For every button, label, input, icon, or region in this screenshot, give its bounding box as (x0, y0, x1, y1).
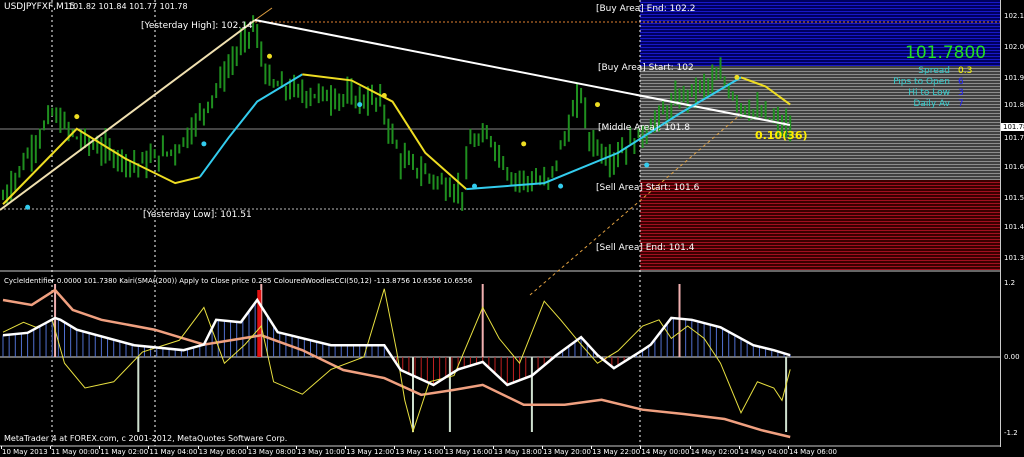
indicator-axis-tick: -1.2 (1004, 429, 1018, 437)
hi-to-low-value: 3 (958, 88, 964, 98)
time-label: 13 May 06:00 (198, 448, 247, 456)
signal-dot-up (357, 102, 363, 108)
hi-to-low-label: Hi to Low (908, 88, 950, 98)
price-tick: 101.65 (1004, 163, 1024, 171)
yesterday-low-label: [Yesterday Low]: 101.51 (143, 210, 252, 220)
signal-dot-up (472, 183, 477, 189)
signal-dot-up (558, 183, 564, 189)
copyright-footer: MetaTrader 4 at FOREX.com, c 2001-2012, … (4, 434, 288, 443)
price-tick: 101.75 (1004, 134, 1024, 142)
time-label: 14 May 02:00 (690, 448, 739, 456)
range-readout: 0.10(36) (755, 129, 808, 142)
metatrader-chart-window: USDJPYFXF,M15 101.82 101.84 101.77 101.7… (0, 0, 1024, 457)
signal-dot-down (74, 114, 80, 120)
buy-area-end-label: [Buy Area] End: 102.2 (596, 4, 696, 14)
time-label: 10 May 2013 (2, 448, 48, 456)
sell-area-start-label: [Sell Area] Start: 101.6 (596, 183, 700, 193)
daily-av-value: 7 (958, 99, 964, 109)
time-label: 13 May 12:00 (346, 448, 395, 456)
time-label: 14 May 04:00 (739, 448, 788, 456)
signal-dot-down (595, 102, 600, 108)
rising-trendline (0, 19, 256, 211)
price-tick: 101.85 (1004, 101, 1024, 109)
time-label: 14 May 00:00 (641, 448, 690, 456)
time-label: 13 May 08:00 (247, 448, 296, 456)
moving-average-up (198, 73, 303, 178)
signal-dot-up (201, 141, 207, 147)
spread-label: Spread (918, 66, 950, 76)
time-label: 11 May 00:00 (51, 448, 100, 456)
current-price-marker: 101.78 (1001, 123, 1024, 131)
indicator-axis-tick: 1.2 (1004, 279, 1016, 287)
sell-area-end-label: [Sell Area] End: 101.4 (596, 243, 695, 253)
price-tick: 101.95 (1004, 74, 1024, 82)
time-label: 13 May 20:00 (543, 448, 592, 456)
ohlc-readout: 101.82 101.84 101.77 101.78 (68, 2, 188, 11)
yesterday-high-label: [Yesterday High]: 102.14 (141, 21, 253, 31)
buy-area-start-label: [Buy Area] Start: 102 (598, 63, 694, 73)
time-label: 11 May 02:00 (100, 448, 149, 456)
signal-dot-down (734, 74, 740, 80)
middle-area-label: [Middle Area]: 101.8 (598, 123, 690, 133)
pips-to-open-value: 6 (958, 77, 964, 87)
indicator-axis-tick: 0.00 (1004, 353, 1020, 361)
time-label: 13 May 14:00 (395, 448, 444, 456)
time-label: 11 May 04:00 (149, 448, 198, 456)
indicator-header: CycleIdentifier 0.0000 101.7380 Kairi(SM… (4, 277, 473, 285)
signal-dot-up (644, 162, 650, 168)
time-label: 13 May 18:00 (493, 448, 542, 456)
spread-value: 0.3 (958, 66, 973, 76)
time-label: 13 May 10:00 (297, 448, 346, 456)
time-label: 13 May 16:00 (444, 448, 493, 456)
signal-dot-down (267, 53, 272, 59)
price-tick: 102.15 (1004, 12, 1024, 20)
current-price-display: 101.7800 (905, 43, 987, 63)
price-tick: 101.45 (1004, 223, 1024, 231)
price-tick: 101.55 (1004, 194, 1024, 202)
signal-dot-up (25, 204, 31, 210)
pips-to-open-label: Pips to Open (893, 77, 950, 87)
time-label: 13 May 22:00 (592, 448, 641, 456)
trendline-extension (254, 7, 273, 21)
cycle-identifier-line (2, 297, 791, 387)
daily-av-label: Daily Av (913, 99, 950, 109)
signal-dot-down (381, 93, 387, 99)
signal-dot-down (521, 141, 527, 147)
symbol-label: USDJPYFXF,M15 (4, 2, 76, 12)
time-label: 14 May 06:00 (789, 448, 838, 456)
price-tick: 102.05 (1004, 43, 1024, 51)
price-tick: 101.35 (1004, 254, 1024, 262)
